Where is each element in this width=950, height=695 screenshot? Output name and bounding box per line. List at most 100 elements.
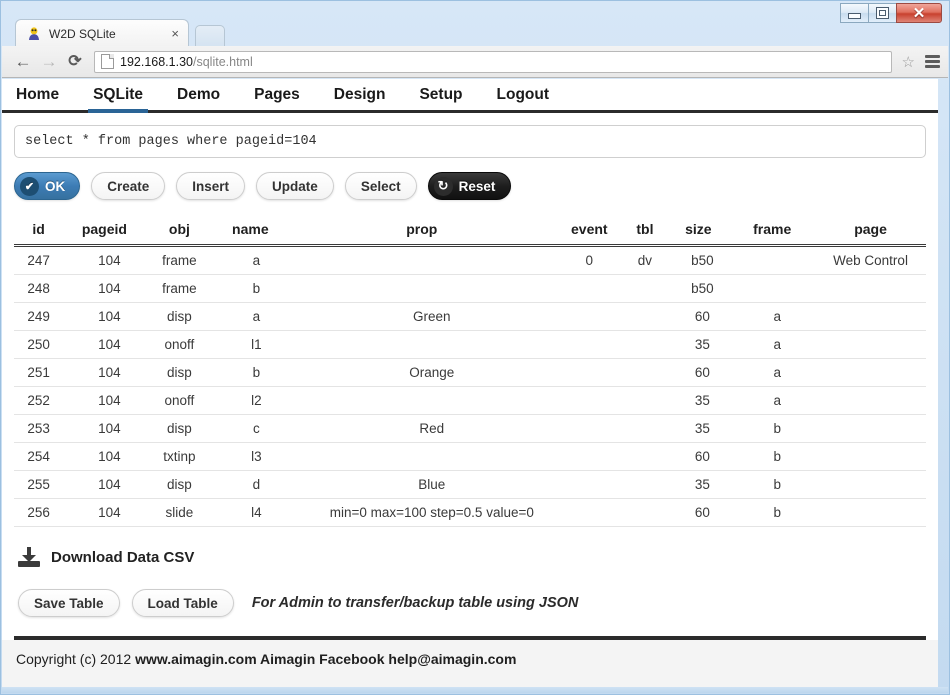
page-footer: Copyright (c) 2012 www.aimagin.com Aimag… (2, 640, 938, 687)
column-header-pageid[interactable]: pageid (63, 216, 146, 247)
cell-event (556, 470, 623, 499)
insert-button[interactable]: Insert (176, 172, 246, 200)
insert-button-label: Insert (192, 178, 230, 194)
cell-id: 254 (14, 442, 64, 471)
table-row[interactable]: 250 104 onoff l1 35 a (14, 330, 926, 359)
column-header-tbl[interactable]: tbl (622, 216, 668, 247)
select-button[interactable]: Select (344, 172, 417, 200)
nav-item-logout[interactable]: Logout (497, 86, 550, 110)
nav-item-demo[interactable]: Demo (177, 86, 220, 110)
cell-page (815, 470, 926, 499)
nav-item-setup[interactable]: Setup (419, 86, 462, 110)
bookmark-star-icon[interactable]: ☆ (898, 53, 919, 71)
sql-query-input[interactable]: select * from pages where pageid=104 (14, 125, 926, 158)
cell-pageid: 104 (63, 386, 146, 415)
sql-query-value: select * from pages where pageid=104 (25, 134, 317, 149)
table-row[interactable]: 255 104 disp d Blue 35 b (14, 470, 926, 499)
cell-frame: b (729, 414, 816, 443)
nav-item-design[interactable]: Design (334, 86, 386, 110)
column-header-prop[interactable]: prop (287, 216, 557, 247)
cell-event (556, 330, 623, 359)
cell-id: 253 (14, 414, 64, 443)
cell-obj: slide (145, 498, 214, 527)
column-header-page[interactable]: page (815, 216, 926, 247)
table-row[interactable]: 249 104 disp a Green 60 a (14, 302, 926, 331)
nav-item-home[interactable]: Home (16, 86, 59, 110)
tab-strip: W2D SQLite × (1, 19, 949, 47)
cell-page (815, 498, 926, 527)
cell-page (815, 274, 926, 303)
column-header-id[interactable]: id (14, 216, 64, 247)
cell-frame: a (729, 302, 816, 331)
cell-obj: disp (145, 414, 214, 443)
forward-icon[interactable]: → (36, 49, 62, 75)
address-path: /sqlite.html (193, 54, 253, 69)
cell-page (815, 302, 926, 331)
back-icon[interactable]: ← (10, 49, 36, 75)
cell-id: 256 (14, 498, 64, 527)
cell-obj: onoff (145, 386, 214, 415)
nav-item-sqlite[interactable]: SQLite (88, 86, 148, 113)
reset-button[interactable]: ↻ Reset (427, 172, 512, 200)
column-header-frame[interactable]: frame (729, 216, 816, 247)
page-viewport: Home SQLite Demo Pages Design Setup Logo… (2, 79, 938, 687)
column-header-obj[interactable]: obj (145, 216, 214, 247)
column-header-event[interactable]: event (556, 216, 623, 247)
query-action-buttons: ✔ OK Create Insert Update Select ↻ Reset (14, 172, 926, 200)
load-table-button[interactable]: Load Table (131, 589, 234, 617)
cell-name: a (213, 302, 288, 331)
table-row[interactable]: 253 104 disp c Red 35 b (14, 414, 926, 443)
cell-size: 35 (667, 330, 730, 359)
cell-id: 248 (14, 274, 64, 303)
create-button[interactable]: Create (91, 172, 166, 200)
column-header-name[interactable]: name (213, 216, 288, 247)
cell-name: d (213, 470, 288, 499)
cell-event (556, 498, 623, 527)
browser-tab[interactable]: W2D SQLite × (15, 19, 189, 47)
cell-prop: Red (287, 414, 557, 443)
save-table-button[interactable]: Save Table (18, 589, 120, 617)
cell-tbl (622, 386, 668, 415)
address-bar[interactable]: 192.168.1.30 /sqlite.html (94, 50, 892, 73)
cell-pageid: 104 (63, 442, 146, 471)
cell-pageid: 104 (63, 302, 146, 331)
cell-prop: Orange (287, 358, 557, 387)
table-row[interactable]: 256 104 slide l4 min=0 max=100 step=0.5 … (14, 498, 926, 527)
download-icon (18, 547, 40, 567)
new-tab-button[interactable] (195, 25, 225, 47)
update-button[interactable]: Update (256, 172, 334, 200)
cell-name: l1 (213, 330, 288, 359)
table-row[interactable]: 251 104 disp b Orange 60 a (14, 358, 926, 387)
cell-page (815, 330, 926, 359)
cell-prop (287, 274, 557, 303)
table-row[interactable]: 248 104 frame b b50 (14, 274, 926, 303)
cell-size: 35 (667, 386, 730, 415)
download-csv-label: Download Data CSV (51, 548, 195, 566)
cell-page (815, 442, 926, 471)
reload-icon[interactable]: ⟳ (62, 49, 88, 75)
tab-close-icon[interactable]: × (168, 27, 182, 40)
cell-obj: disp (145, 470, 214, 499)
cell-pageid: 104 (63, 358, 146, 387)
ok-button[interactable]: ✔ OK (14, 172, 81, 200)
cell-name: b (213, 358, 288, 387)
hamburger-menu-icon[interactable] (925, 55, 940, 68)
table-actions-hint: For Admin to transfer/backup table using… (251, 595, 579, 611)
cell-prop: Blue (287, 470, 557, 499)
column-header-size[interactable]: size (667, 216, 730, 247)
table-header-row: id pageid obj name prop event tbl size f… (14, 216, 926, 247)
tab-title: W2D SQLite (49, 26, 116, 41)
cell-pageid: 104 (63, 245, 146, 275)
nav-item-pages[interactable]: Pages (254, 86, 300, 110)
download-csv-link[interactable]: Download Data CSV (14, 547, 926, 567)
cell-obj: txtinp (145, 442, 214, 471)
save-table-label: Save Table (34, 595, 104, 611)
cell-page: Web Control (815, 245, 926, 275)
create-button-label: Create (107, 178, 150, 194)
table-row[interactable]: 254 104 txtinp l3 60 b (14, 442, 926, 471)
table-row[interactable]: 252 104 onoff l2 35 a (14, 386, 926, 415)
cell-event (556, 414, 623, 443)
table-row[interactable]: 247 104 frame a 0 dv b50 Web Control (14, 245, 926, 275)
cell-page (815, 414, 926, 443)
footer-links[interactable]: www.aimagin.com Aimagin Facebook help@ai… (135, 651, 516, 667)
